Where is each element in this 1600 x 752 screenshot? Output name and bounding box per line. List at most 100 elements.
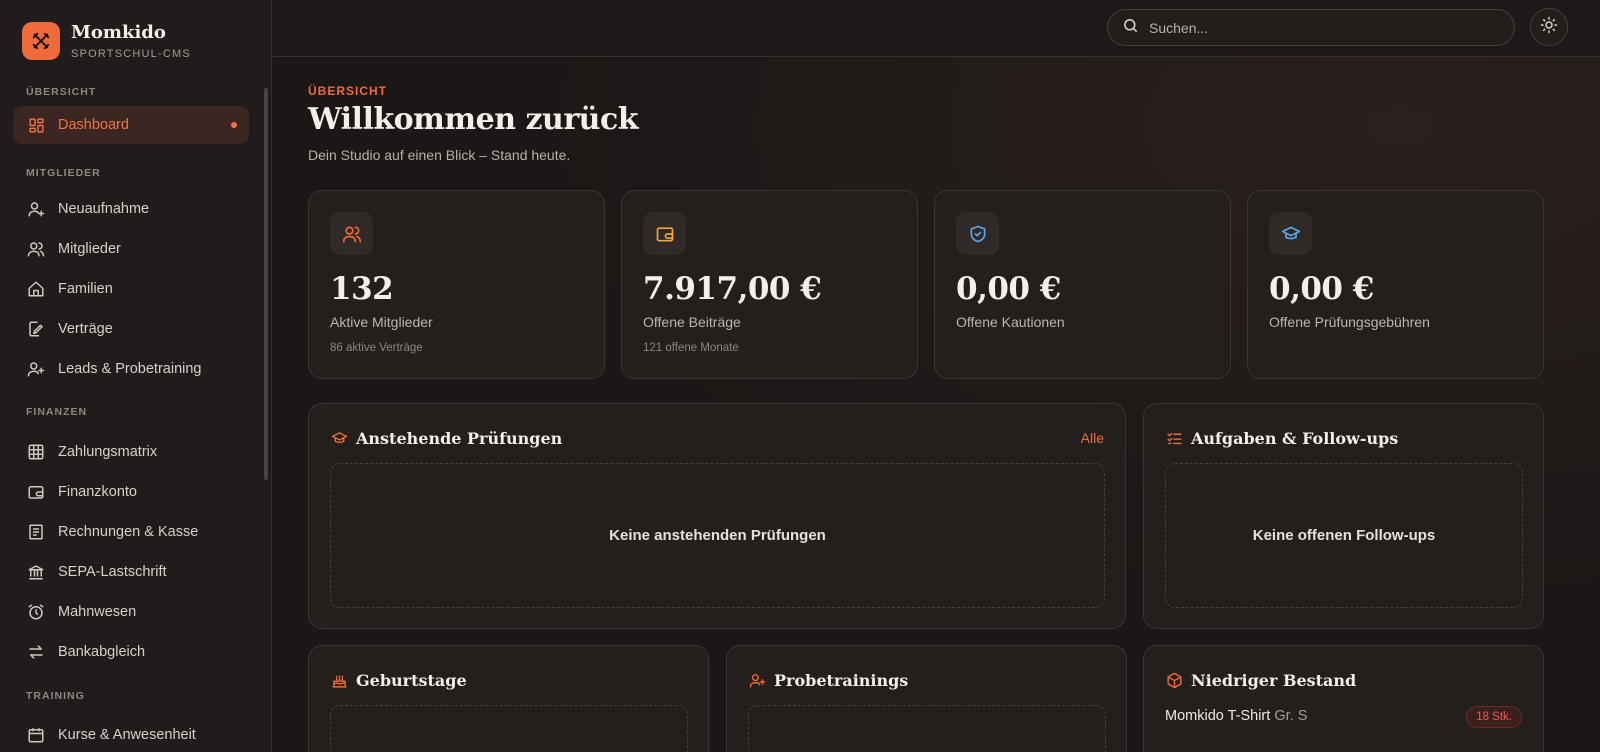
sidebar-item-bankabgleich[interactable]: Bankabgleich [13, 633, 249, 671]
sidebar-item-label: Verträge [58, 321, 113, 337]
wallet-icon [27, 483, 45, 501]
main-content: ÜBERSICHT Willkommen zurück Dein Studio … [273, 57, 1600, 752]
sidebar-item-vertraege[interactable]: Verträge [13, 310, 249, 348]
sidebar-item-dashboard[interactable]: Dashboard [13, 106, 249, 144]
stat-value: 132 [330, 271, 394, 307]
shield-check-icon [956, 212, 999, 255]
checklist-icon [1165, 430, 1183, 448]
brand-name: Momkido [71, 21, 166, 43]
sidebar-item-label: Kurse & Anwesenheit [58, 727, 196, 743]
stock-item-product: Momkido T-Shirt [1165, 708, 1271, 724]
panel-low-stock: Niedriger Bestand Momkido T-Shirt Gr. S … [1143, 645, 1544, 752]
sidebar-item-finanzkonto[interactable]: Finanzkonto [13, 473, 249, 511]
panel-trial-trainings: Probetrainings [726, 645, 1127, 752]
receipt-icon [27, 523, 45, 541]
sidebar-scrollbar[interactable] [264, 88, 268, 480]
stat-value: 7.917,00 € [643, 271, 822, 307]
user-plus-icon [27, 200, 45, 218]
sidebar-item-label: Dashboard [58, 117, 129, 133]
stat-label: Offene Prüfungsgebühren [1269, 314, 1430, 330]
brand[interactable]: Momkido SPORTSCHUL-CMS [22, 22, 191, 60]
stat-hint: 121 offene Monate [643, 342, 739, 354]
dashboard-icon [27, 116, 45, 134]
calendar-icon [27, 726, 45, 744]
search-icon [1122, 17, 1139, 39]
sidebar-item-zahlungsmatrix[interactable]: Zahlungsmatrix [13, 433, 249, 471]
sidebar-item-kurse[interactable]: Kurse & Anwesenheit [13, 716, 249, 752]
wallet-icon [643, 212, 686, 255]
sidebar-item-label: Mahnwesen [58, 604, 137, 620]
sidebar-item-label: Neuaufnahme [58, 201, 150, 217]
panel-title: Aufgaben & Follow-ups [1191, 429, 1399, 448]
users-icon [330, 212, 373, 255]
empty-state: Keine offenen Follow-ups [1165, 463, 1523, 608]
sidebar-item-mitglieder[interactable]: Mitglieder [13, 230, 249, 268]
nav-section-uebersicht: ÜBERSICHT [26, 86, 97, 98]
sidebar-item-neuaufnahme[interactable]: Neuaufnahme [13, 190, 249, 228]
user-plus-icon [748, 672, 766, 690]
brand-subtitle: SPORTSCHUL-CMS [71, 47, 191, 60]
cake-icon [330, 672, 348, 690]
stat-hint: 86 aktive Verträge [330, 342, 423, 354]
sun-icon [1540, 16, 1558, 39]
panel-birthdays: Geburtstage [308, 645, 709, 752]
sidebar-item-familien[interactable]: Familien [13, 270, 249, 308]
users-icon [27, 240, 45, 258]
topbar [273, 0, 1600, 57]
home-icon [27, 280, 45, 298]
alarm-clock-icon [27, 603, 45, 621]
stat-label: Offene Kautionen [956, 314, 1065, 330]
sidebar-item-label: SEPA-Lastschrift [58, 564, 167, 580]
panel-title: Anstehende Prüfungen [356, 429, 563, 448]
stock-item-name[interactable]: Momkido T-Shirt Gr. S [1165, 708, 1307, 724]
sidebar: Momkido SPORTSCHUL-CMS ÜBERSICHT Dashboa… [0, 0, 272, 752]
stat-card-open-fees[interactable]: 7.917,00 € Offene Beiträge 121 offene Mo… [621, 190, 918, 379]
sidebar-item-mahnwesen[interactable]: Mahnwesen [13, 593, 249, 631]
sidebar-item-label: Zahlungsmatrix [58, 444, 158, 460]
user-add-icon [27, 360, 45, 378]
page-title: Willkommen zurück [308, 102, 639, 137]
sidebar-item-leads[interactable]: Leads & Probetraining [13, 350, 249, 388]
nav-section-training: TRAINING [26, 690, 85, 702]
graduation-cap-icon [1269, 212, 1312, 255]
view-all-exams-link[interactable]: Alle [1081, 430, 1104, 446]
sidebar-item-label: Familien [58, 281, 113, 297]
panel-title: Geburtstage [356, 671, 467, 690]
stat-card-deposits[interactable]: 0,00 € Offene Kautionen [934, 190, 1231, 379]
stock-quantity-badge: 18 Stk. [1466, 706, 1522, 728]
panel-title: Niedriger Bestand [1191, 671, 1357, 690]
stat-label: Offene Beiträge [643, 314, 741, 330]
sidebar-item-sepa[interactable]: SEPA-Lastschrift [13, 553, 249, 591]
empty-state [330, 705, 688, 752]
sidebar-item-label: Bankabgleich [58, 644, 146, 660]
stat-label: Aktive Mitglieder [330, 314, 433, 330]
page-eyebrow: ÜBERSICHT [308, 84, 388, 98]
empty-state: Keine anstehenden Prüfungen [330, 463, 1105, 608]
sidebar-item-rechnungen[interactable]: Rechnungen & Kasse [13, 513, 249, 551]
arrows-swap-icon [27, 643, 45, 661]
search-box[interactable] [1107, 9, 1515, 46]
panel-upcoming-exams: Anstehende Prüfungen Alle Keine anstehen… [308, 403, 1126, 629]
sidebar-item-label: Finanzkonto [58, 484, 137, 500]
stat-card-members[interactable]: 132 Aktive Mitglieder 86 aktive Verträge [308, 190, 605, 379]
graduation-cap-icon [330, 430, 348, 448]
stat-value: 0,00 € [956, 271, 1061, 307]
contract-edit-icon [27, 320, 45, 338]
stat-card-exam-fees[interactable]: 0,00 € Offene Prüfungsgebühren [1247, 190, 1544, 379]
empty-state [748, 705, 1106, 752]
bank-icon [27, 563, 45, 581]
sidebar-item-label: Leads & Probetraining [58, 361, 202, 377]
page-subtitle: Dein Studio auf einen Blick – Stand heut… [308, 147, 571, 163]
panel-tasks-followups: Aufgaben & Follow-ups Keine offenen Foll… [1143, 403, 1544, 629]
panel-title: Probetrainings [774, 671, 909, 690]
theme-toggle-button[interactable] [1530, 8, 1568, 46]
search-input[interactable] [1149, 19, 1479, 36]
nav-section-finanzen: FINANZEN [26, 406, 88, 418]
nav-section-mitglieder: MITGLIEDER [26, 167, 101, 179]
brand-logo-icon [22, 22, 60, 60]
box-icon [1165, 672, 1183, 690]
sidebar-item-label: Mitglieder [58, 241, 121, 257]
sidebar-item-label: Rechnungen & Kasse [58, 524, 199, 540]
stat-value: 0,00 € [1269, 271, 1374, 307]
stock-item-variant: Gr. S [1274, 708, 1308, 724]
